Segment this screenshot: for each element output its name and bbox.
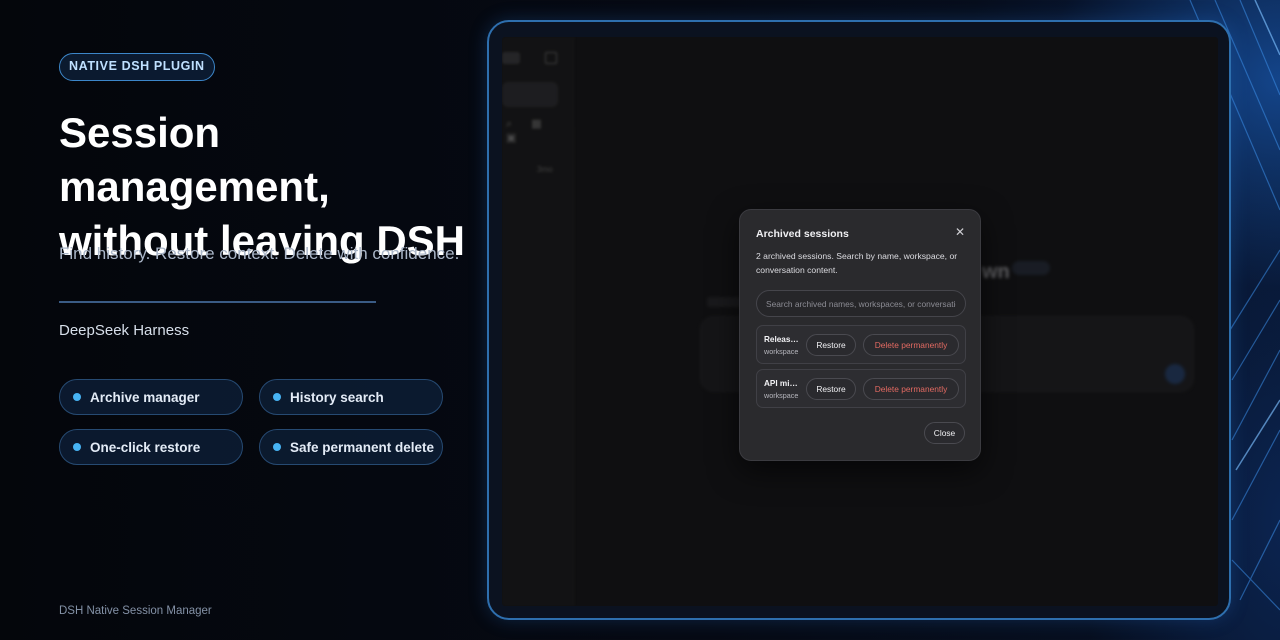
- close-icon[interactable]: ✕: [952, 224, 968, 240]
- feature-pill-archive-manager: Archive manager: [59, 379, 243, 415]
- dialog-description: 2 archived sessions. Search by name, wor…: [756, 251, 958, 275]
- brand-name: DeepSeek Harness: [59, 322, 190, 339]
- title-line-1: Session management,: [59, 109, 330, 210]
- device-frame: ⌕ ▦ ▣ 3mo wn Archived sessions ✕ 2 archi…: [487, 20, 1231, 620]
- close-button[interactable]: Close: [924, 422, 965, 444]
- session-name: API mi…: [764, 379, 798, 388]
- divider: [59, 301, 376, 303]
- dialog-title: Archived sessions: [756, 228, 849, 240]
- bullet-dot-icon: [73, 443, 81, 451]
- delete-permanently-button[interactable]: Delete permanently: [863, 378, 959, 400]
- restore-button[interactable]: Restore: [806, 378, 856, 400]
- session-workspace: workspace: [764, 347, 799, 356]
- bullet-dot-icon: [273, 393, 281, 401]
- delete-permanently-button[interactable]: Delete permanently: [863, 334, 959, 356]
- bullet-dot-icon: [73, 393, 81, 401]
- feature-label: Archive manager: [90, 389, 200, 405]
- tagline: Find history. Restore context. Delete wi…: [59, 244, 460, 263]
- session-workspace: workspace: [764, 391, 799, 400]
- app-screen: ⌕ ▦ ▣ 3mo wn Archived sessions ✕ 2 archi…: [502, 37, 1218, 606]
- restore-button[interactable]: Restore: [806, 334, 856, 356]
- feature-label: Safe permanent delete: [290, 439, 435, 455]
- session-name: Releas…: [764, 335, 799, 344]
- feature-label: History search: [290, 389, 384, 405]
- plugin-badge: NATIVE DSH PLUGIN: [59, 53, 215, 81]
- feature-label: One-click restore: [90, 439, 201, 455]
- session-row: API mi… workspace Restore Delete permane…: [756, 369, 966, 408]
- feature-pill-one-click-restore: One-click restore: [59, 429, 243, 465]
- session-row: Releas… workspace Restore Delete permane…: [756, 325, 966, 364]
- feature-pill-safe-delete: Safe permanent delete: [259, 429, 443, 465]
- feature-pill-history-search: History search: [259, 379, 443, 415]
- search-input[interactable]: [756, 290, 966, 317]
- archived-sessions-dialog: Archived sessions ✕ 2 archived sessions.…: [739, 209, 981, 461]
- bullet-dot-icon: [273, 443, 281, 451]
- footer-caption: DSH Native Session Manager: [59, 605, 212, 617]
